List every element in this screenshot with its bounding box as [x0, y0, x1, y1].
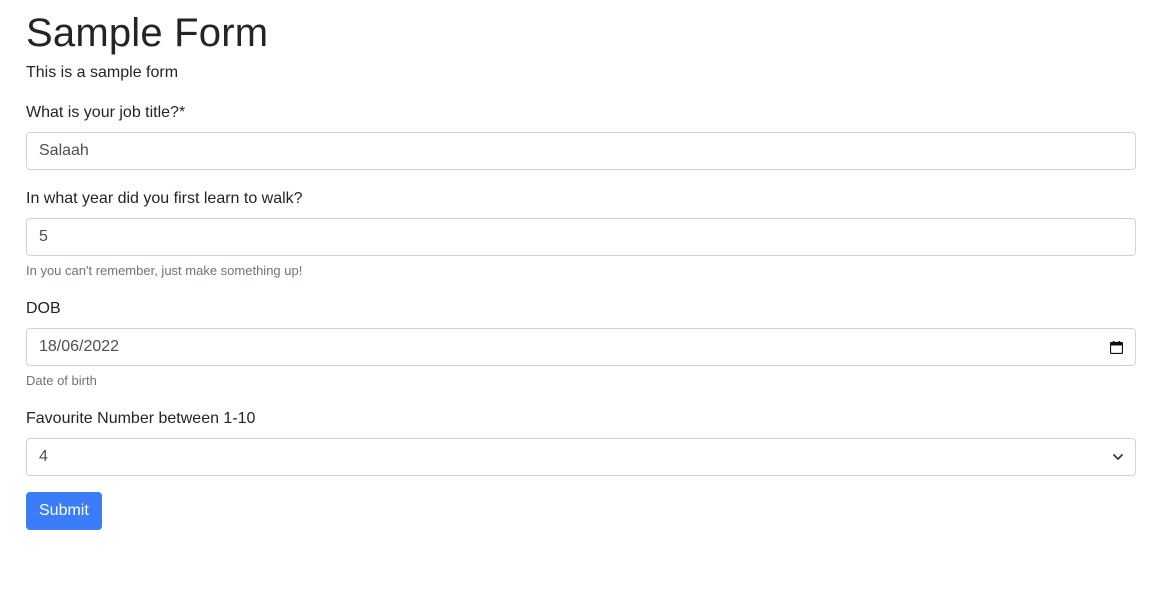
dob-help-text: Date of birth [26, 373, 97, 388]
job-title-label: What is your job title?* [26, 104, 186, 121]
favourite-number-value: 4 [39, 448, 48, 465]
dob-label: DOB [26, 300, 61, 317]
favourite-number-group: Favourite Number between 1-10 4 [26, 409, 1136, 476]
favourite-number-select[interactable]: 4 [26, 438, 1136, 476]
walk-year-value: 5 [39, 228, 48, 245]
walk-year-help-text: In you can't remember, just make somethi… [26, 263, 303, 278]
dob-value: 18/06/2022 [39, 338, 120, 355]
walk-year-group: In what year did you first learn to walk… [26, 189, 1136, 279]
page-description: This is a sample form [26, 64, 179, 81]
dob-group: DOB 18/06/2022 Date of birth [26, 299, 1136, 389]
job-title-value: Salaah [39, 142, 89, 159]
dob-input[interactable]: 18/06/2022 [26, 328, 1136, 366]
job-title-input[interactable]: Salaah [26, 132, 1136, 170]
form-page: Sample Form This is a sample form What i… [0, 0, 1159, 530]
favourite-number-label: Favourite Number between 1-10 [26, 410, 256, 427]
job-title-group: What is your job title?* Salaah [26, 103, 1136, 170]
calendar-icon[interactable] [1110, 340, 1123, 354]
submit-button[interactable]: Submit [26, 492, 102, 530]
walk-year-label: In what year did you first learn to walk… [26, 190, 303, 207]
walk-year-input[interactable]: 5 [26, 218, 1136, 256]
chevron-down-icon [1113, 453, 1123, 461]
page-title: Sample Form [26, 11, 269, 55]
